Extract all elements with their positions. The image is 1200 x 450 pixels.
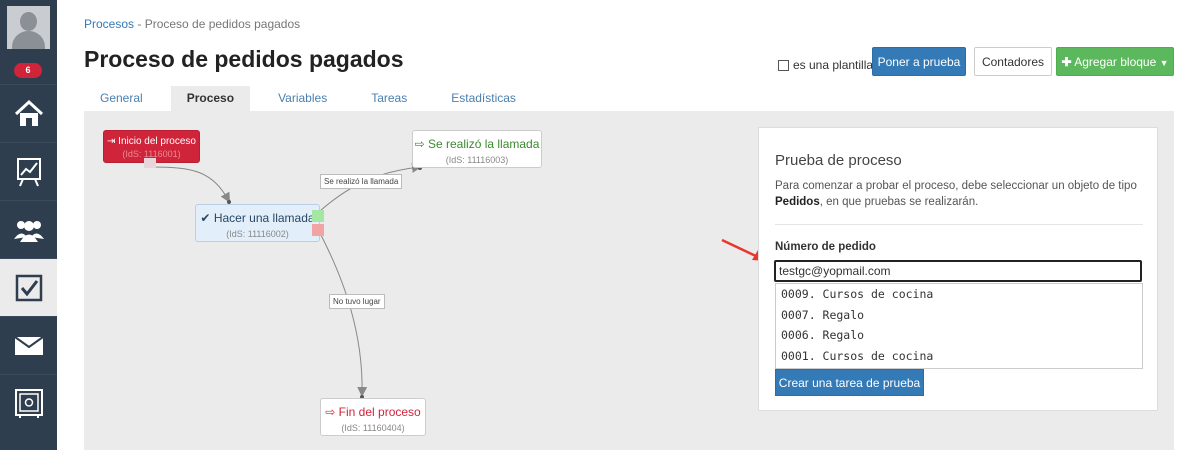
breadcrumb: Procesos - Proceso de pedidos pagados (84, 17, 300, 31)
flow-node-end[interactable]: ⇨ Fin del proceso (IdS: 11160404) (320, 398, 426, 436)
test-panel-description: Para comenzar a probar el proceso, debe … (775, 180, 1137, 208)
sidebar: 6 (0, 0, 57, 450)
add-block-label: Agregar bloque (1074, 55, 1157, 69)
divider (775, 224, 1143, 225)
tabs: General Proceso Variables Tareas Estadís… (84, 86, 544, 111)
tab-general[interactable]: General (84, 86, 159, 111)
counters-button[interactable]: Contadores (974, 47, 1052, 76)
dropdown-option[interactable]: 0009. Cursos de cocina (776, 284, 1142, 305)
call-node-id: (IdS: 11116002) (226, 229, 289, 239)
mail-icon (13, 335, 44, 355)
dropdown-option[interactable]: 0006. Regalo (776, 325, 1142, 346)
nav-reports[interactable] (0, 142, 57, 200)
edge-start-to-call (150, 166, 230, 203)
check-icon: ✔ (200, 211, 211, 225)
breadcrumb-separator: - (134, 17, 145, 31)
tab-tasks[interactable]: Tareas (355, 86, 423, 111)
plus-icon: ✚ (1061, 55, 1072, 69)
sign-out-icon: ⇨ (325, 405, 336, 419)
dropdown-option[interactable]: 0001. Cursos de cocina (776, 346, 1142, 367)
call-node-title: Hacer una llamada (213, 211, 315, 225)
end-node-title: Fin del proceso (338, 405, 421, 419)
flow-node-call[interactable]: ✔ Hacer una llamada (IdS: 11116002) (195, 204, 320, 242)
edge-call-to-end (319, 232, 368, 397)
order-number-label: Número de pedido (775, 241, 876, 253)
test-panel: Prueba de proceso Para comenzar a probar… (758, 127, 1158, 411)
home-icon (14, 99, 43, 126)
call-node-fail-port[interactable] (312, 224, 324, 236)
order-number-input[interactable] (774, 260, 1142, 282)
checkbox-icon (15, 274, 42, 301)
nav-users[interactable] (0, 200, 57, 258)
flow-node-call-done[interactable]: ⇨ Se realizó la llamada (IdS: 11116003) (412, 130, 542, 168)
nav-mail[interactable] (0, 316, 57, 374)
breadcrumb-current: Proceso de pedidos pagados (144, 17, 301, 31)
dropdown-option[interactable]: 0007. Regalo (776, 305, 1142, 326)
nav-home[interactable] (0, 84, 57, 142)
edge-label-done: Se realizó la llamada (320, 174, 403, 189)
chart-icon (16, 157, 41, 186)
users-icon (13, 220, 44, 242)
test-panel-title: Prueba de proceso (775, 152, 902, 169)
edge-label-fail: No tuvo lugar (329, 294, 385, 309)
safe-icon (14, 388, 43, 418)
done-node-id: (IdS: 11116003) (445, 155, 509, 165)
caret-down-icon: ▼ (1159, 58, 1169, 68)
tab-statistics[interactable]: Estadísticas (435, 86, 532, 111)
checkbox-square[interactable] (778, 59, 789, 71)
avatar[interactable] (7, 6, 50, 49)
template-checkbox-label: es una plantilla (793, 58, 874, 72)
call-node-success-port[interactable] (312, 210, 324, 222)
page-title: Proceso de pedidos pagados (84, 46, 404, 72)
create-test-task-button[interactable]: Crear una tarea de prueba (775, 369, 924, 396)
breadcrumb-link-processes[interactable]: Procesos (84, 17, 134, 31)
add-block-button[interactable]: ✚ Agregar bloque ▼ (1056, 47, 1174, 76)
start-node-title: Inicio del proceso (118, 136, 196, 147)
nav-safe[interactable] (0, 374, 57, 432)
notification-badge[interactable]: 6 (14, 63, 42, 78)
tab-process[interactable]: Proceso (170, 86, 251, 111)
nav-processes[interactable] (0, 258, 57, 316)
test-button[interactable]: Poner a prueba (872, 47, 966, 76)
start-node-port[interactable] (144, 158, 156, 168)
sign-in-icon: ⇥ (107, 136, 116, 147)
sign-out-icon: ⇨ (414, 137, 425, 151)
tab-variables[interactable]: Variables (262, 86, 343, 111)
order-dropdown[interactable]: 0009. Cursos de cocina 0007. Regalo 0006… (775, 283, 1143, 369)
done-node-title: Se realizó la llamada (428, 137, 540, 151)
template-checkbox[interactable]: es una plantilla (778, 58, 873, 72)
end-node-id: (IdS: 11160404) (341, 423, 405, 433)
